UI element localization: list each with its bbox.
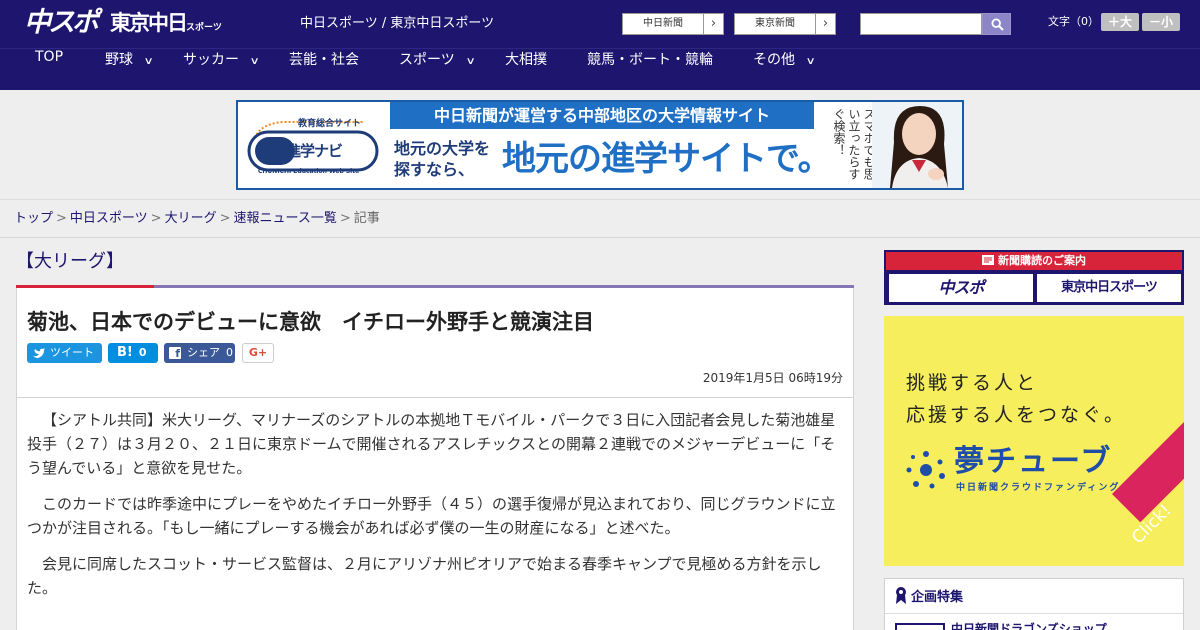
nav-item-top[interactable]: TOP [35,49,63,90]
facebook-icon: f [169,347,181,360]
article-paragraph: 会見に同席したスコット・サービス監督は、２月にアリゾナ州ピオリアで始まる春季キャ… [27,555,822,597]
site-header: 中スポ 東京中日スポーツ 中日スポーツ / 東京中日スポーツ 中日新聞 › 東京… [0,0,1200,48]
nav-label: TOP [35,49,64,65]
subscribe-tokyo-logo[interactable]: 東京中日スポーツ [1037,274,1181,302]
nav-item-entertainment[interactable]: 芸能・社会 [289,49,359,90]
nav-label: 大相撲 [505,52,547,68]
ribbon-icon [896,587,906,604]
chevron-down-icon: ∨ [805,56,816,67]
ad-area: 教育総合サイト 中日進学ナビ CHUNICHI Education Web Si… [0,90,1200,200]
yume-subtitle: 中日新聞クラウドファンディング [956,483,1121,493]
nav-label: その他 [753,52,795,68]
link-label: 中日新聞 [643,18,683,29]
breadcrumb-news-list[interactable]: 速報ニュース一覧 [234,211,337,226]
nav-item-sumo[interactable]: 大相撲 [505,49,547,90]
yume-copy-line2: 応援する人をつなぐ。 [906,404,1127,426]
special-feature-box: 企画特集 中日新聞ドラゴンズショップ [884,578,1184,630]
google-plus-button[interactable]: G+ [242,343,274,363]
subscription-title: 新聞購読のご案内 [886,252,1182,270]
yume-brand: 夢チューブ [954,444,1113,479]
ad-logo-main: 中日進学ナビ [258,142,343,160]
site-names: 中日スポーツ / 東京中日スポーツ [300,16,495,31]
tokyo-chunichi-logo[interactable]: 東京中日スポーツ [110,11,222,40]
article-paragraph: 【シアトル共同】米大リーグ、マリナーズのシアトルの本拠地Ｔモバイル・パークで３日… [27,411,836,477]
ad-main-copy: 地元の進学サイトで。 [502,139,832,179]
nav-label: 野球 [105,52,133,68]
breadcrumb-sep: > [150,211,162,226]
shingaku-navi-banner[interactable]: 教育総合サイト 中日進学ナビ CHUNICHI Education Web Si… [236,100,964,190]
nav-item-sports[interactable]: スポーツ ∨ [399,49,476,90]
breadcrumb-sep: > [219,211,231,226]
chevron-down-icon: ∨ [249,56,260,67]
chuspo-logo[interactable]: 中スポ [24,8,99,38]
search-icon [991,18,1004,31]
ad-headline: 中日新聞が運営する中部地区の大学情報サイト [390,102,814,129]
tokyo-shimbun-link[interactable]: 東京新聞 › [734,13,836,35]
google-plus-icon: G+ [248,346,268,359]
article-title: 菊池、日本でのデビューに意欲 イチロー外野手と競演注目 [27,310,594,334]
breadcrumb-current: 記事 [353,211,380,226]
article-body: 【シアトル共同】米大リーグ、マリナーズのシアトルの本拠地Ｔモバイル・パークで３日… [16,398,854,630]
subscription-box[interactable]: 新聞購読のご案内 中スポ 東京中日スポーツ [884,250,1184,305]
hatena-icon: B! [117,345,133,360]
divider [885,613,1183,614]
nav-item-other[interactable]: その他 ∨ [753,49,816,90]
chevron-right-icon: › [815,14,835,34]
special-feature-title: 企画特集 [895,585,963,611]
chevron-right-icon: › [703,14,723,34]
ad-vertical-copy: スマホでも思い立ったらすぐ検索！ [832,108,876,180]
subscription-title-text: 新聞購読のご案内 [998,254,1086,267]
nav-item-baseball[interactable]: 野球 ∨ [105,49,154,90]
hatena-bookmark-button[interactable]: B! 0 [108,343,158,363]
nav-label: 競馬・ボート・競輪 [587,52,713,68]
article-header: 菊池、日本でのデビューに意欲 イチロー外野手と競演注目 ツイート B! 0 f シ… [16,288,854,398]
nav-label: 芸能・社会 [289,52,359,68]
ad-logo-top: 教育総合サイト [298,119,362,129]
facebook-label: シェア [187,346,220,359]
ad-subtext: 地元の大学を探すなら、 [394,139,491,179]
main-nav: TOP 野球 ∨ サッカー ∨ 芸能・社会 スポーツ ∨ 大相撲 競馬・ボート・競輪 … [0,48,1200,90]
article-paragraph: このカードでは昨季途中にプレーをやめたイチロー外野手（４５）の選手復帰が見込まれ… [27,495,836,537]
newspaper-icon [982,255,994,265]
search-button[interactable] [982,13,1011,35]
ad-logo-en: CHUNICHI Education Web Site [258,168,360,175]
chunichi-shimbun-link[interactable]: 中日新聞 › [622,13,724,35]
font-smaller-button[interactable]: －小 [1142,13,1180,31]
twitter-icon [33,348,45,358]
search-input[interactable] [860,13,982,35]
font-bigger-button[interactable]: ＋大 [1101,13,1139,31]
tokyo-logo-text: 東京中日 [110,11,188,35]
article-date: 2019年1月5日 06時19分 [702,371,843,385]
breadcrumb-top[interactable]: トップ [14,211,53,226]
breadcrumb-sep: > [339,211,351,226]
tweet-label: ツイート [50,346,94,359]
article-category: 【大リーグ】 [16,251,124,272]
nav-label: スポーツ [399,52,455,68]
special-feature-title-text: 企画特集 [911,590,964,605]
link-label: 東京新聞 [755,18,795,29]
tokyo-logo-small: スポーツ [186,23,222,33]
nav-item-racing[interactable]: 競馬・ボート・競輪 [587,49,713,90]
facebook-share-button[interactable]: f シェア 0 [164,343,235,363]
nav-label: サッカー [183,52,239,68]
breadcrumb-chunichi-sports[interactable]: 中日スポーツ [70,211,148,226]
hatena-count: 0 [138,346,147,359]
tweet-button[interactable]: ツイート [27,343,102,363]
subscribe-chuspo-logo[interactable]: 中スポ [889,274,1033,302]
dragons-shop-link[interactable]: 中日新聞ドラゴンズショップ [951,621,1107,630]
dragons-shop-thumbnail[interactable] [895,623,945,630]
breadcrumb-sep: > [56,211,67,226]
chevron-down-icon: ∨ [465,56,476,67]
yume-copy-line1: 挑戦する人と [906,372,1039,394]
chevron-down-icon: ∨ [143,56,154,67]
breadcrumb: トップ > 中日スポーツ > 大リーグ > 速報ニュース一覧 > 記事 [0,200,1200,238]
student-photo [872,102,962,188]
nav-item-soccer[interactable]: サッカー ∨ [183,49,260,90]
facebook-count: 0 [226,346,233,359]
font-size-label: 文字（0） [1048,15,1099,28]
yume-dots-icon [906,451,945,489]
breadcrumb-mlb[interactable]: 大リーグ [165,211,217,226]
yume-tube-ad[interactable]: 挑戦する人と 応援する人をつなぐ。 夢チューブ 中日新聞クラウドファンディング … [884,316,1184,566]
